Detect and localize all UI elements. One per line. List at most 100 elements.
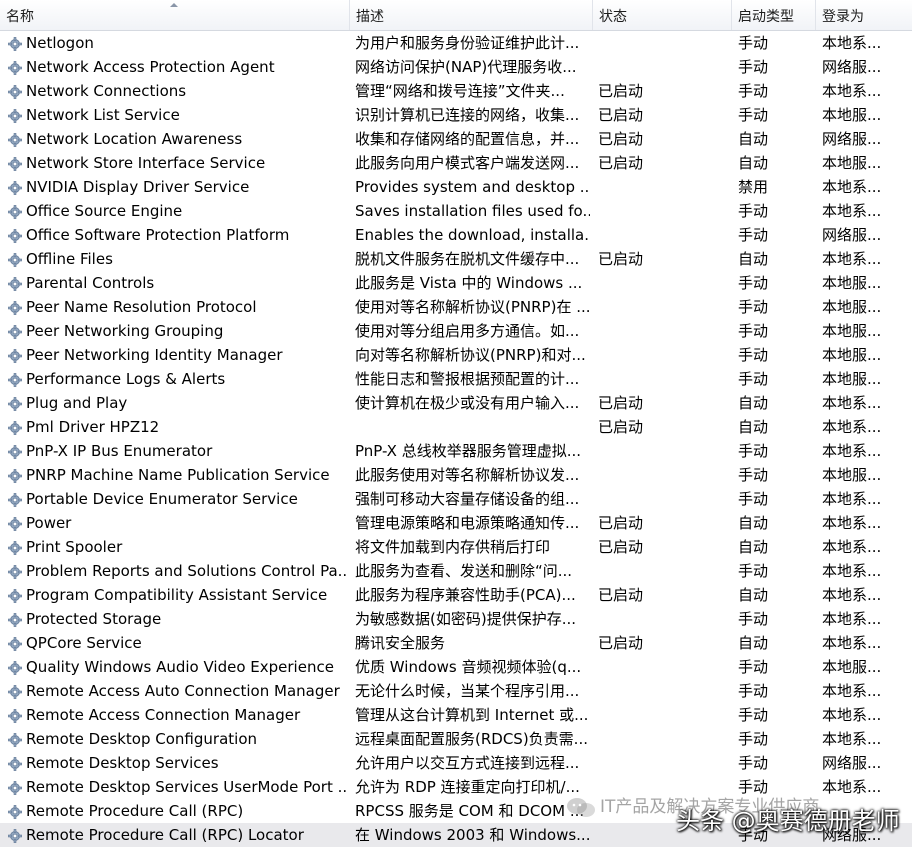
service-name: Remote Desktop Services UserMode Port ..… — [26, 778, 346, 796]
table-row[interactable]: Remote Access Connection Manager 管理从这台计算机… — [0, 703, 912, 727]
service-description: 腾讯安全服务 — [355, 634, 446, 652]
table-row[interactable]: Office Source Engine Saves installation f… — [0, 199, 912, 223]
service-startup-type: 手动 — [738, 490, 769, 508]
gear-icon — [8, 780, 22, 795]
table-row[interactable]: Pml Driver HPZ12 已启动 自动 本地系... — [0, 415, 912, 439]
table-row[interactable]: Peer Name Resolution Protocol 使用对等名称解析协议(… — [0, 295, 912, 319]
service-name: Program Compatibility Assistant Service — [26, 586, 328, 604]
service-startup-type: 手动 — [738, 658, 769, 676]
table-row[interactable]: QPCore Service 腾讯安全服务 已启动 自动 本地系... — [0, 631, 912, 655]
service-name: Remote Procedure Call (RPC) — [26, 802, 244, 820]
service-description: 将文件加载到内存供稍后打印 — [355, 538, 551, 556]
service-description: 允许为 RDP 连接重定向打印机/... — [355, 778, 580, 796]
table-row[interactable]: Performance Logs & Alerts 性能日志和警报根据预配置的计.… — [0, 367, 912, 391]
service-description: Enables the download, installa... — [355, 226, 590, 244]
table-row[interactable]: NVIDIA Display Driver Service Provides sy… — [0, 175, 912, 199]
table-row[interactable]: PnP-X IP Bus Enumerator PnP-X 总线枚举器服务管理虚拟… — [0, 439, 912, 463]
column-header-startup-type[interactable]: 启动类型 — [732, 0, 816, 30]
table-row[interactable]: Plug and Play 使计算机在极少或没有用户输入... 已启动 自动 本地系..… — [0, 391, 912, 415]
service-name: Peer Name Resolution Protocol — [26, 298, 257, 316]
column-header-status[interactable]: 状态 — [593, 0, 732, 30]
service-logon-as: 本地系... — [822, 586, 882, 604]
service-name: Network Connections — [26, 82, 187, 100]
service-status: 已启动 — [598, 130, 644, 148]
service-name: Performance Logs & Alerts — [26, 370, 226, 388]
service-description: 使用对等分组启用多方通信。如... — [355, 322, 580, 340]
table-row[interactable]: Peer Networking Grouping 使用对等分组启用多方通信。如..… — [0, 319, 912, 343]
table-row[interactable]: Network Location Awareness 收集和存储网络的配置信息，并… — [0, 127, 912, 151]
service-logon-as: 本地服... — [822, 346, 882, 364]
service-description: 使计算机在极少或没有用户输入... — [355, 394, 580, 412]
service-description: 识别计算机已连接的网络，收集... — [355, 106, 580, 124]
table-row[interactable]: Print Spooler 将文件加载到内存供稍后打印 已启动 自动 本地系... — [0, 535, 912, 559]
service-status — [598, 271, 728, 295]
table-row[interactable]: PNRP Machine Name Publication Service 此服务… — [0, 463, 912, 487]
table-row[interactable]: Office Software Protection Platform Enabl… — [0, 223, 912, 247]
table-row[interactable]: Program Compatibility Assistant Service 此… — [0, 583, 912, 607]
service-description: 强制可移动大容量存储设备的组... — [355, 490, 580, 508]
service-description: 远程桌面配置服务(RDCS)负责需... — [355, 730, 588, 748]
table-row[interactable]: Network List Service 识别计算机已连接的网络，收集... 已启动… — [0, 103, 912, 127]
service-logon-as: 本地系... — [822, 706, 882, 724]
service-startup-type: 手动 — [738, 82, 769, 100]
service-status — [598, 607, 728, 631]
service-status: 已启动 — [598, 82, 644, 100]
gear-icon — [8, 36, 22, 51]
service-logon-as: 本地服... — [822, 370, 882, 388]
service-status — [598, 463, 728, 487]
column-description-label: 描述 — [356, 9, 384, 25]
service-logon-as: 网络服... — [822, 226, 882, 244]
service-logon-as: 本地服... — [822, 658, 882, 676]
service-description: 管理从这台计算机到 Internet 或... — [355, 706, 589, 724]
table-row[interactable]: Quality Windows Audio Video Experience 优质… — [0, 655, 912, 679]
service-status — [598, 751, 728, 775]
column-header-description[interactable]: 描述 — [350, 0, 593, 30]
table-row[interactable]: Network Access Protection Agent 网络访问保护(NA… — [0, 55, 912, 79]
gear-icon — [8, 108, 22, 123]
gear-icon — [8, 756, 22, 771]
table-row[interactable]: Remote Desktop Services 允许用户以交互方式连接到远程...… — [0, 751, 912, 775]
column-header-name[interactable]: 名称 — [0, 0, 350, 30]
column-header-logon-as[interactable]: 登录为 — [816, 0, 912, 30]
gear-icon — [8, 180, 22, 195]
gear-icon — [8, 660, 22, 675]
table-row[interactable]: Parental Controls 此服务是 Vista 中的 Windows .… — [0, 271, 912, 295]
service-description: PnP-X 总线枚举器服务管理虚拟... — [355, 442, 582, 460]
table-row[interactable]: Remote Access Auto Connection Manager 无论什… — [0, 679, 912, 703]
table-row[interactable]: Problem Reports and Solutions Control Pa… — [0, 559, 912, 583]
table-row[interactable]: Netlogon 为用户和服务身份验证维护此计... 手动 本地系... — [0, 31, 912, 55]
service-logon-as: 本地服... — [822, 274, 882, 292]
service-description: 允许用户以交互方式连接到远程... — [355, 754, 580, 772]
service-status — [598, 487, 728, 511]
service-status — [598, 223, 728, 247]
table-row[interactable]: Network Store Interface Service 此服务向用户模式客… — [0, 151, 912, 175]
service-status: 已启动 — [598, 538, 644, 556]
service-startup-type: 手动 — [738, 226, 769, 244]
service-startup-type: 手动 — [738, 202, 769, 220]
service-logon-as: 网络服... — [822, 58, 882, 76]
table-row[interactable]: Power 管理电源策略和电源策略通知传... 已启动 自动 本地系... — [0, 511, 912, 535]
service-status — [598, 559, 728, 583]
gear-icon — [8, 804, 22, 819]
service-name: PNRP Machine Name Publication Service — [26, 466, 330, 484]
service-logon-as: 本地系... — [822, 538, 882, 556]
table-row[interactable]: Offline Files 脱机文件服务在脱机文件缓存中... 已启动 自动 本地系..… — [0, 247, 912, 271]
table-row[interactable]: Remote Desktop Configuration 远程桌面配置服务(RDC… — [0, 727, 912, 751]
column-name-label: 名称 — [6, 9, 34, 25]
service-logon-as: 本地系... — [822, 442, 882, 460]
table-row[interactable]: Peer Networking Identity Manager 向对等名称解析协… — [0, 343, 912, 367]
service-name: QPCore Service — [26, 634, 142, 652]
service-description: 此服务使用对等名称解析协议发... — [355, 466, 580, 484]
column-startup-type-label: 启动类型 — [738, 9, 794, 25]
service-logon-as: 本地系... — [822, 202, 882, 220]
service-startup-type: 手动 — [738, 370, 769, 388]
service-startup-type: 手动 — [738, 274, 769, 292]
table-row[interactable]: Portable Device Enumerator Service 强制可移动大… — [0, 487, 912, 511]
table-row[interactable]: Protected Storage 为敏感数据(如密码)提供保护存... 手动 本地系… — [0, 607, 912, 631]
table-row[interactable]: Network Connections 管理“网络和拨号连接”文件夹... 已启动 手… — [0, 79, 912, 103]
service-description: 性能日志和警报根据预配置的计... — [355, 370, 580, 388]
gear-icon — [8, 540, 22, 555]
service-name: Remote Access Auto Connection Manager — [26, 682, 340, 700]
service-startup-type: 自动 — [738, 514, 769, 532]
column-status-label: 状态 — [599, 9, 627, 25]
